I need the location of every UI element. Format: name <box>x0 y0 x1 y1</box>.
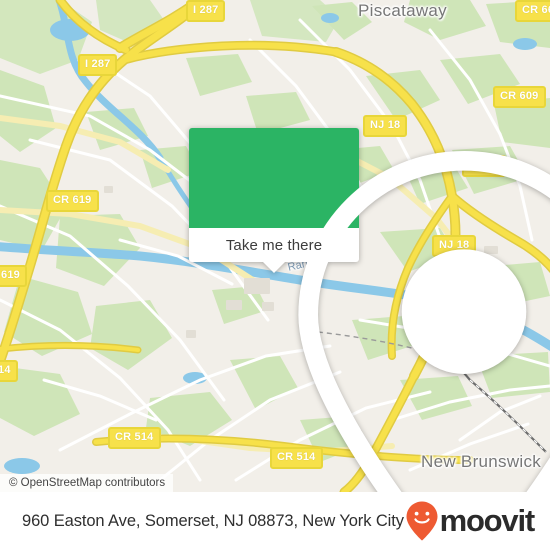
moovit-wordmark: moovit <box>439 503 536 538</box>
map-shield-514-clipped[interactable]: 14 <box>0 360 18 382</box>
moovit-smile-pin-icon <box>406 501 438 541</box>
moovit-logo[interactable]: moovit <box>405 500 536 542</box>
map-shield-i287-west[interactable]: I 287 <box>78 54 118 76</box>
address-text: 960 Easton Ave, Somerset, NJ 08873, New … <box>22 511 404 530</box>
info-card-header <box>189 128 550 492</box>
map-shield-cr514-west[interactable]: CR 514 <box>108 427 161 449</box>
info-card-action[interactable]: Take me there <box>189 228 359 273</box>
footer-bar: 960 Easton Ave, Somerset, NJ 08873, New … <box>0 492 550 550</box>
take-me-there-label: Take me there <box>225 236 323 254</box>
map-pin-icon <box>298 150 550 492</box>
info-card-pointer-tail <box>263 262 285 273</box>
map-shield-cr609[interactable]: CR 609 <box>493 86 546 108</box>
map-canvas[interactable]: Piscataway New Brunswick Raritan River I… <box>0 0 550 492</box>
map-attribution[interactable]: © OpenStreetMap contributors <box>0 474 174 492</box>
map-shield-cr665[interactable]: CR 665 <box>515 0 550 22</box>
map-shield-619-clipped[interactable]: 619 <box>0 265 27 287</box>
moovit-map-screenshot: Piscataway New Brunswick Raritan River I… <box>0 0 550 550</box>
map-shield-i287-north[interactable]: I 287 <box>186 0 226 22</box>
map-shield-cr619[interactable]: CR 619 <box>46 190 99 212</box>
location-info-card[interactable]: Take me there <box>189 128 550 492</box>
